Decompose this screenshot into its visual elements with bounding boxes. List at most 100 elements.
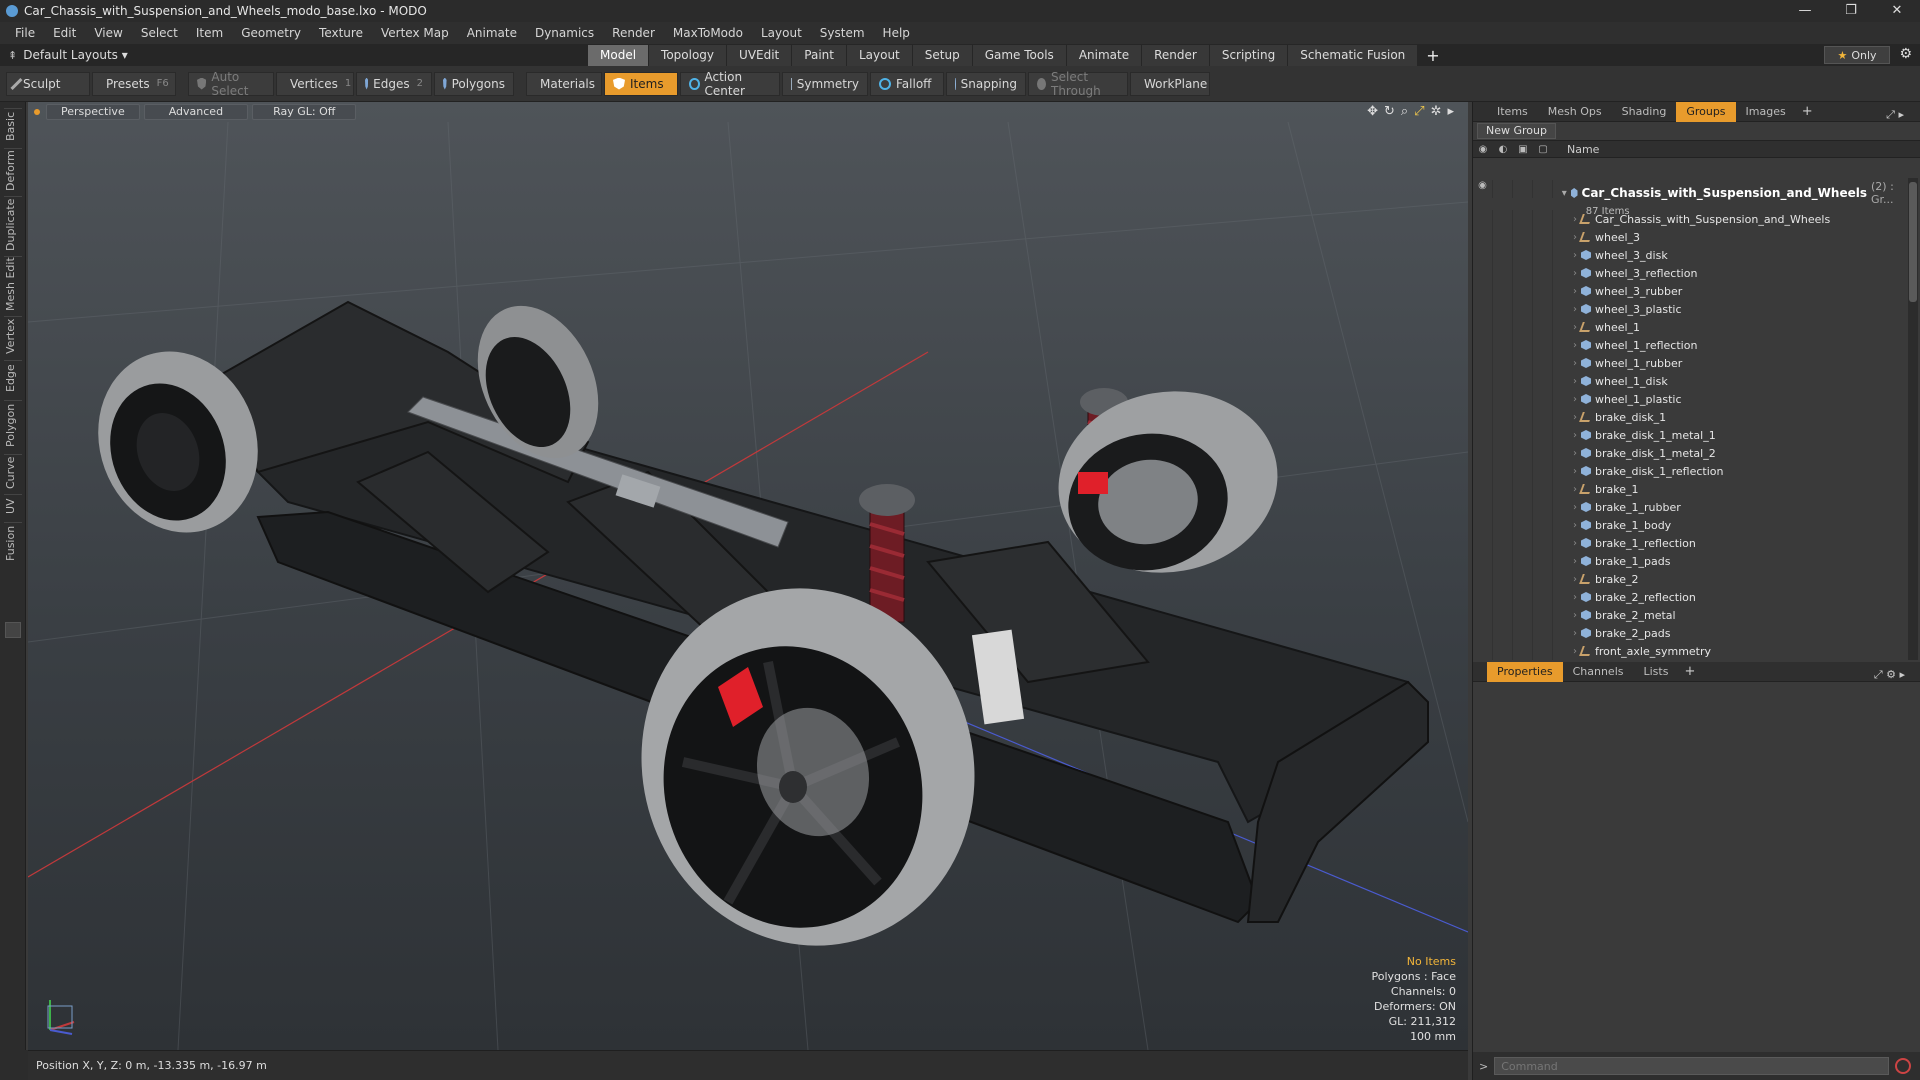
new-group-button[interactable]: New Group <box>1477 123 1556 139</box>
add-panel-tab-button[interactable]: + <box>1796 102 1819 122</box>
tab-topology[interactable]: Topology <box>649 45 728 66</box>
items-button[interactable]: Items <box>604 71 678 96</box>
toolstrip-tab-polygon[interactable]: Polygon <box>4 400 22 450</box>
group-render-toggle[interactable] <box>1493 180 1513 198</box>
toolstrip-tab-vertex[interactable]: Vertex <box>4 316 22 356</box>
group-item-row[interactable]: › brake_disk_1_metal_2 <box>1473 444 1904 462</box>
groups-scrollbar-thumb[interactable] <box>1909 182 1917 302</box>
raygl-toggle[interactable]: Ray GL: Off <box>252 104 357 120</box>
command-history-arrow[interactable]: > <box>1479 1060 1488 1073</box>
group-item-row[interactable]: › brake_2_reflection <box>1473 588 1904 606</box>
toolstrip-tab-duplicate[interactable]: Duplicate <box>4 196 22 252</box>
group-item-row[interactable]: › wheel_3_plastic <box>1473 300 1904 318</box>
menu-select[interactable]: Select <box>132 22 187 44</box>
group-row[interactable]: ◉ ▾ Car_Chassis_with_Suspension_and_Whee… <box>1473 178 1904 217</box>
materials-button[interactable]: Materials <box>526 71 602 96</box>
action-center-button[interactable]: Action Center <box>680 70 780 98</box>
group-item-row[interactable]: › brake_1 <box>1473 480 1904 498</box>
workplane-button[interactable]: WorkPlane <box>1130 71 1210 96</box>
rotate-icon[interactable]: ↻ <box>1384 104 1395 119</box>
menu-view[interactable]: View <box>85 22 131 44</box>
zoom-icon[interactable]: ⌕ <box>1401 104 1408 119</box>
menu-render[interactable]: Render <box>603 22 664 44</box>
tab-paint[interactable]: Paint <box>792 45 847 66</box>
select-column-icon[interactable]: ▢ <box>1533 144 1553 155</box>
pan-icon[interactable]: ✥ <box>1367 104 1378 119</box>
menu-edit[interactable]: Edit <box>44 22 85 44</box>
tab-animate[interactable]: Animate <box>1066 45 1143 66</box>
vertices-button[interactable]: Vertices 1 <box>276 71 354 96</box>
menu-item[interactable]: Item <box>187 22 232 44</box>
tab-game-tools[interactable]: Game Tools <box>972 45 1067 66</box>
toolstrip-tab-basic[interactable]: Basic <box>4 108 22 144</box>
tab-schematic-fusion[interactable]: Schematic Fusion <box>1288 45 1419 66</box>
group-item-row[interactable]: › brake_disk_1_reflection <box>1473 462 1904 480</box>
toolstrip-tab-fusion[interactable]: Fusion <box>4 522 22 564</box>
menu-maxtomodo[interactable]: MaxToModo <box>664 22 752 44</box>
group-item-row[interactable]: › wheel_1_plastic <box>1473 390 1904 408</box>
command-input[interactable] <box>1494 1057 1890 1075</box>
close-button[interactable]: ✕ <box>1874 0 1920 22</box>
toolstrip-tab-curve[interactable]: Curve <box>4 454 22 490</box>
group-item-row[interactable]: › brake_2 <box>1473 570 1904 588</box>
group-item-row[interactable]: › wheel_1_rubber <box>1473 354 1904 372</box>
menu-system[interactable]: System <box>811 22 874 44</box>
tab-scripting[interactable]: Scripting <box>1209 45 1289 66</box>
fit-view-icon[interactable]: ⤢ <box>1414 104 1424 119</box>
render-column-icon[interactable]: ◐ <box>1493 144 1513 155</box>
shading-mode-dropdown[interactable]: Advanced <box>143 104 249 120</box>
menu-file[interactable]: File <box>6 22 44 44</box>
group-item-row[interactable]: › wheel_1_reflection <box>1473 336 1904 354</box>
symmetry-button[interactable]: Symmetry <box>782 71 868 96</box>
toolstrip-tab-edge[interactable]: Edge <box>4 360 22 396</box>
group-item-row[interactable]: › wheel_1 <box>1473 318 1904 336</box>
menu-geometry[interactable]: Geometry <box>232 22 310 44</box>
3d-viewport[interactable]: Perspective Advanced Ray GL: Off ✥ ↻ ⌕ ⤢… <box>28 102 1468 1050</box>
menu-dynamics[interactable]: Dynamics <box>526 22 603 44</box>
toolstrip-tab-deform[interactable]: Deform <box>4 148 22 192</box>
edges-button[interactable]: Edges 2 <box>356 71 432 96</box>
group-item-row[interactable]: › wheel_1_disk <box>1473 372 1904 390</box>
layout-preset-dropdown[interactable]: ⇞ Default Layouts ▾ <box>8 48 588 62</box>
tab-render[interactable]: Render <box>1142 45 1210 66</box>
visibility-column-icon[interactable]: ◉ <box>1473 144 1493 155</box>
tab-shading[interactable]: Shading <box>1612 102 1677 122</box>
group-item-row[interactable]: › brake_2_pads <box>1473 624 1904 642</box>
menu-vertex-map[interactable]: Vertex Map <box>372 22 458 44</box>
command-record-icon[interactable] <box>1895 1058 1912 1074</box>
tab-images[interactable]: Images <box>1736 102 1796 122</box>
group-item-row[interactable]: › wheel_3_reflection <box>1473 264 1904 282</box>
menu-layout[interactable]: Layout <box>752 22 811 44</box>
tab-lists[interactable]: Lists <box>1634 662 1679 682</box>
viewport-options-icon[interactable] <box>34 109 40 115</box>
group-item-row[interactable]: › Car_Chassis_with_Suspension_and_Wheels <box>1473 210 1904 228</box>
falloff-button[interactable]: Falloff <box>870 71 944 96</box>
group-item-row[interactable]: › wheel_3_disk <box>1473 246 1904 264</box>
maximize-button[interactable]: ❐ <box>1828 0 1874 22</box>
group-item-row[interactable]: › brake_disk_1_metal_1 <box>1473 426 1904 444</box>
toolstrip-expand-button[interactable] <box>5 622 21 638</box>
lock-column-icon[interactable]: ▣ <box>1513 144 1533 155</box>
sculpt-button[interactable]: Sculpt <box>6 71 90 96</box>
add-tab-button[interactable]: + <box>1418 46 1447 65</box>
group-visibility-toggle[interactable]: ◉ <box>1473 180 1493 198</box>
menu-texture[interactable]: Texture <box>310 22 372 44</box>
group-lock-toggle[interactable] <box>1513 180 1533 198</box>
toolstrip-tab-uv[interactable]: UV <box>4 494 22 518</box>
group-select-toggle[interactable] <box>1533 180 1553 198</box>
group-item-row[interactable]: › front_axle_symmetry <box>1473 642 1904 660</box>
tab-groups[interactable]: Groups <box>1676 101 1736 122</box>
view-type-dropdown[interactable]: Perspective <box>46 104 140 120</box>
tab-layout[interactable]: Layout <box>846 45 913 66</box>
minimize-button[interactable]: — <box>1782 0 1828 22</box>
group-item-row[interactable]: › brake_1_pads <box>1473 552 1904 570</box>
tab-model[interactable]: Model <box>588 45 650 66</box>
menu-help[interactable]: Help <box>874 22 919 44</box>
gear-icon[interactable]: ⚙ <box>1899 46 1912 62</box>
toolstrip-tab-mesh-edit[interactable]: Mesh Edit <box>4 256 22 312</box>
viewport-settings-icon[interactable]: ✲ <box>1431 104 1442 119</box>
group-item-row[interactable]: › brake_1_reflection <box>1473 534 1904 552</box>
tab-setup[interactable]: Setup <box>912 45 973 66</box>
tab-channels[interactable]: Channels <box>1563 662 1634 682</box>
polygons-button[interactable]: Polygons <box>434 71 514 96</box>
